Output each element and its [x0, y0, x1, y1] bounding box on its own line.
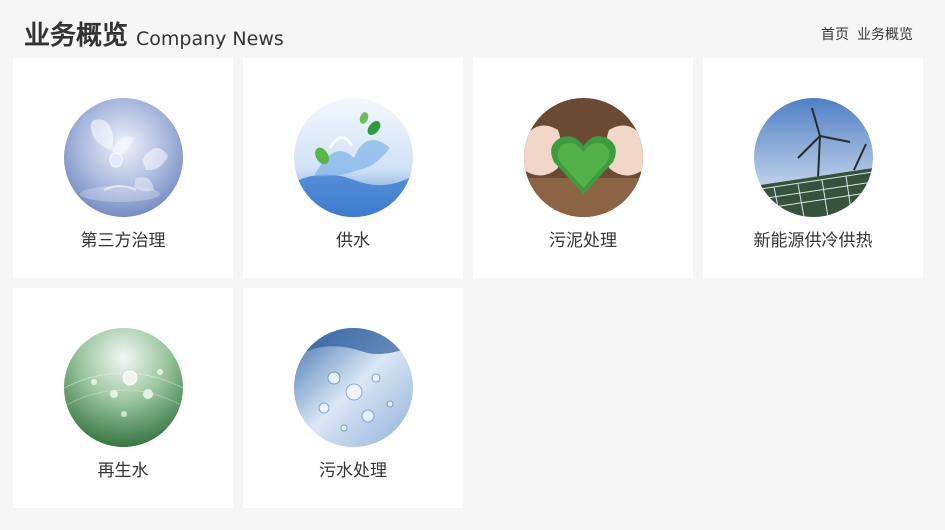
service-card-sewage-treatment[interactable]: 污水处理 [243, 288, 463, 508]
page-subtitle: Company News [136, 28, 284, 50]
page-header: 业务概览 Company News 首页 业务概览 [24, 18, 913, 54]
breadcrumb-home-link[interactable]: 首页 [821, 27, 849, 43]
service-label: 供水 [336, 231, 370, 251]
service-label: 污水处理 [319, 461, 387, 481]
page-title: 业务概览 [24, 21, 129, 51]
dew-leaf-image [64, 328, 183, 447]
service-card-third-party-governance[interactable]: 第三方治理 [13, 58, 233, 278]
service-label: 污泥处理 [549, 231, 617, 251]
service-card-sludge-treatment[interactable]: 污泥处理 [473, 58, 693, 278]
service-label: 再生水 [97, 461, 149, 481]
service-label: 新能源供冷供热 [753, 231, 873, 251]
breadcrumb-current-link[interactable]: 业务概览 [857, 27, 913, 43]
water-splash-leaves-image [294, 98, 413, 217]
service-label: 第三方治理 [80, 231, 166, 251]
hands-green-heart-image [524, 98, 643, 217]
service-card-new-energy-heating-cooling[interactable]: 新能源供冷供热 [703, 58, 923, 278]
water-droplets-image [294, 328, 413, 447]
butterfly-water-image [64, 98, 183, 217]
service-card-reclaimed-water[interactable]: 再生水 [13, 288, 233, 508]
wind-solar-image [754, 98, 873, 217]
service-card-water-supply[interactable]: 供水 [243, 58, 463, 278]
breadcrumb: 首页 业务概览 [821, 26, 913, 44]
